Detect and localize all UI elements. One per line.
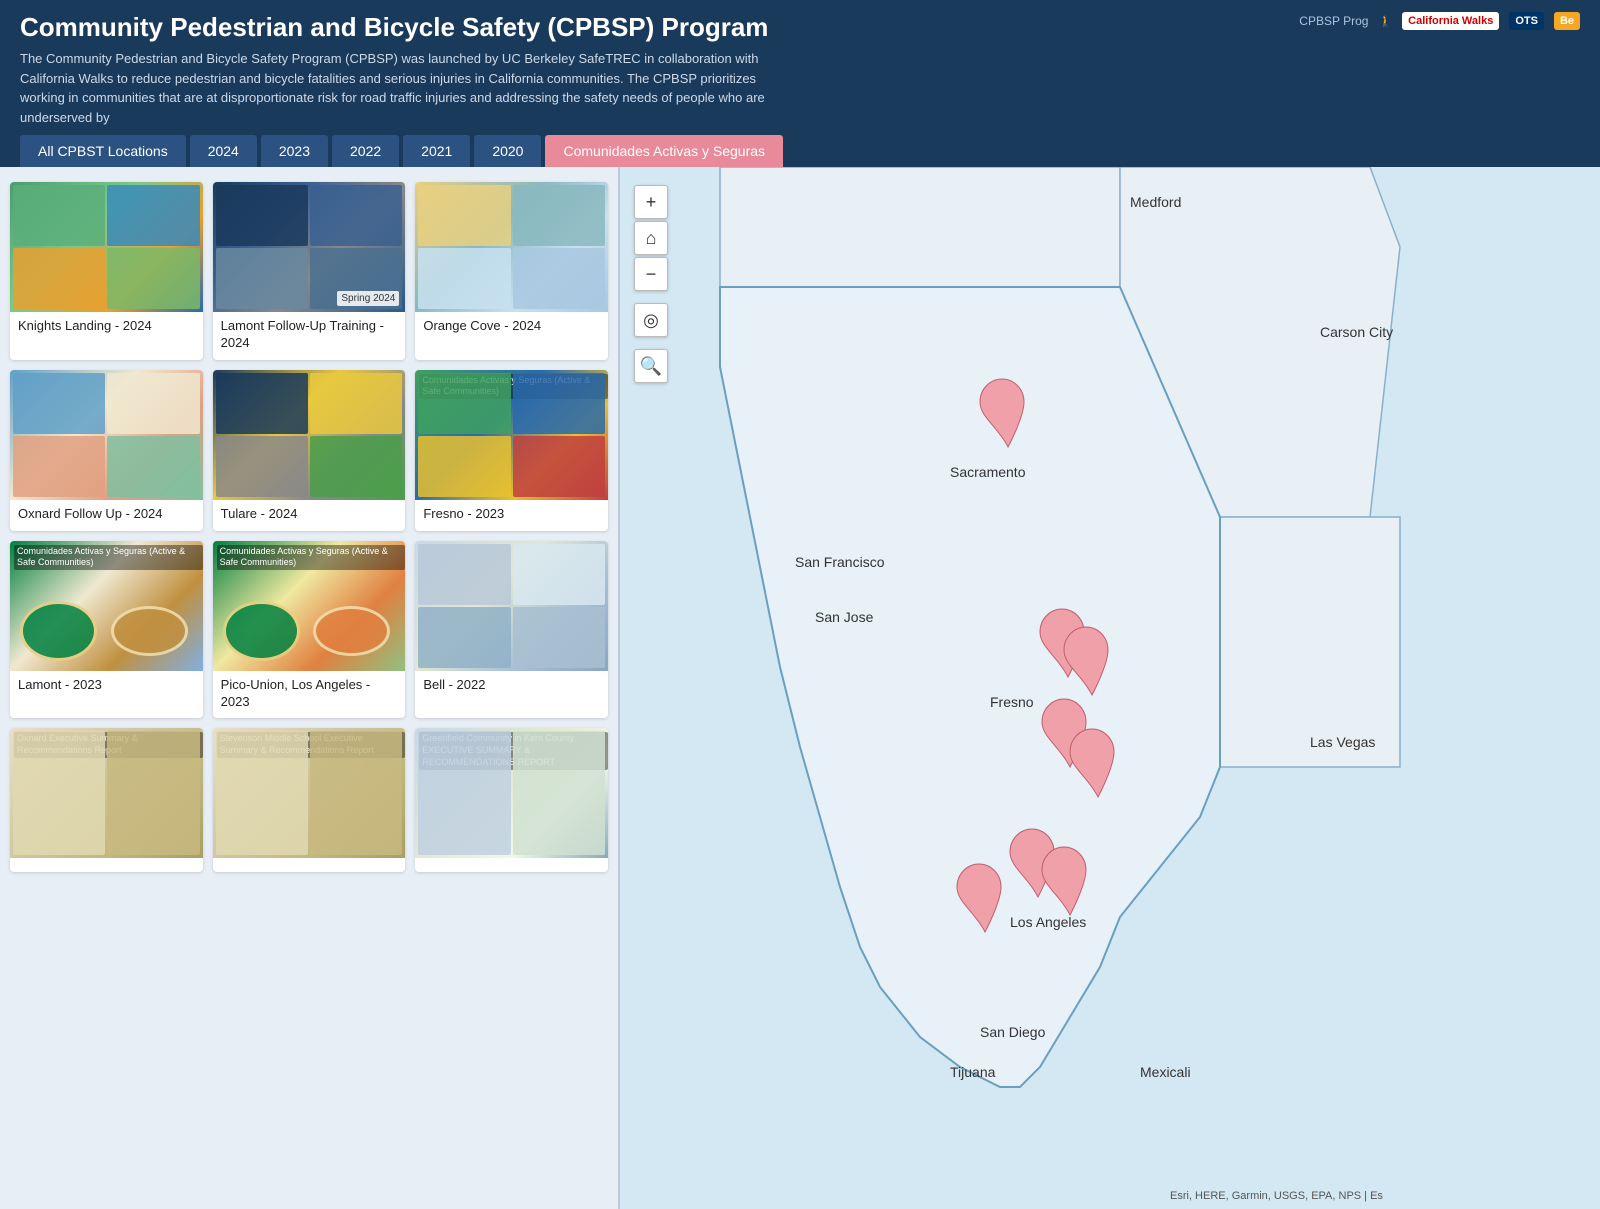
gallery-caption-knights-landing: Knights Landing - 2024	[10, 312, 203, 343]
gallery-caption-orange-cove: Orange Cove - 2024	[415, 312, 608, 343]
gallery-item-row4c[interactable]: Greenfield Community in Kern County EXEC…	[415, 728, 608, 872]
gallery-caption-row4b	[213, 858, 406, 872]
gallery-caption-fresno: Fresno - 2023	[415, 500, 608, 531]
location-button[interactable]: ◎	[634, 303, 668, 337]
california-walks-logo: California Walks	[1402, 12, 1499, 30]
gallery-thumb-pico-union: Comunidades Activas y Seguras (Active & …	[213, 541, 406, 671]
gallery-item-tulare[interactable]: Tulare - 2024	[213, 370, 406, 531]
gallery-caption-pico-union: Pico-Union, Los Angeles - 2023	[213, 671, 406, 719]
header-logos: CPBSP Prog 🚶 California Walks OTS Be	[1299, 12, 1580, 30]
gallery-grid: Knights Landing - 2024 Spring 2024 Lamon…	[10, 182, 608, 872]
gallery-thumb-tulare	[213, 370, 406, 500]
gallery-thumb-lamont-2023: Comunidades Activas y Seguras (Active & …	[10, 541, 203, 671]
carson-city-label: Carson City	[1320, 324, 1393, 340]
tabs-bar: All CPBST Locations 2024 2023 2022 2021 …	[0, 135, 1600, 167]
header: Community Pedestrian and Bicycle Safety …	[0, 0, 1600, 135]
gallery-thumb-bell	[415, 541, 608, 671]
lamont23-overlay-text: Comunidades Activas y Seguras (Active & …	[14, 545, 203, 570]
gallery-thumb-row4c: Greenfield Community in Kern County EXEC…	[415, 728, 608, 858]
gallery-caption-lamont-followup: Lamont Follow-Up Training - 2024	[213, 312, 406, 360]
zoom-in-button[interactable]: +	[634, 185, 668, 219]
tab-2024[interactable]: 2024	[190, 135, 257, 167]
gallery-item-row4a[interactable]: Oxnard Executive Summary & Recommendatio…	[10, 728, 203, 872]
gallery-caption-row4a	[10, 858, 203, 872]
california-walks-icon: 🚶	[1378, 15, 1392, 28]
pico-overlay-text: Comunidades Activas y Seguras (Active & …	[217, 545, 406, 570]
san-jose-label: San Jose	[815, 609, 874, 625]
spring-badge: Spring 2024	[337, 291, 399, 306]
search-button[interactable]: 🔍	[634, 349, 668, 383]
gallery-caption-bell: Bell - 2022	[415, 671, 608, 702]
map-svg: Medford Carson City Sacramento San Franc…	[620, 167, 1600, 1209]
mexicali-label: Mexicali	[1140, 1064, 1191, 1080]
ots-logo: OTS	[1509, 12, 1544, 30]
las-vegas-label: Las Vegas	[1310, 734, 1375, 750]
tab-2022[interactable]: 2022	[332, 135, 399, 167]
svg-text:Esri, HERE, Garmin, USGS, EPA,: Esri, HERE, Garmin, USGS, EPA, NPS | Es	[1170, 1190, 1383, 1202]
gallery-thumb-knights-landing	[10, 182, 203, 312]
san-diego-label: San Diego	[980, 1024, 1046, 1040]
medford-label: Medford	[1130, 194, 1181, 210]
header-description: The Community Pedestrian and Bicycle Saf…	[20, 49, 800, 127]
gallery-item-lamont-followup[interactable]: Spring 2024 Lamont Follow-Up Training - …	[213, 182, 406, 360]
gallery-item-oxnard[interactable]: Oxnard Follow Up - 2024	[10, 370, 203, 531]
map-controls: + ⌂ − ◎ 🔍	[634, 185, 668, 383]
gallery-thumb-oxnard	[10, 370, 203, 500]
gallery-thumb-row4b: Stevenson Middle School Executive Summar…	[213, 728, 406, 858]
gallery-thumb-lamont-followup: Spring 2024	[213, 182, 406, 312]
gallery-panel[interactable]: Knights Landing - 2024 Spring 2024 Lamon…	[0, 167, 620, 1209]
tab-2021[interactable]: 2021	[403, 135, 470, 167]
gallery-item-bell[interactable]: Bell - 2022	[415, 541, 608, 719]
gallery-item-pico-union[interactable]: Comunidades Activas y Seguras (Active & …	[213, 541, 406, 719]
gallery-thumb-fresno: Comunidades Activas y Seguras (Active & …	[415, 370, 608, 500]
tab-comunidades[interactable]: Comunidades Activas y Seguras	[545, 135, 783, 167]
los-angeles-label: Los Angeles	[1010, 914, 1086, 930]
be-logo: Be	[1554, 12, 1580, 30]
home-button[interactable]: ⌂	[634, 221, 668, 255]
map-panel[interactable]: + ⌂ − ◎ 🔍 Medford Carson City	[620, 167, 1600, 1209]
gallery-item-fresno[interactable]: Comunidades Activas y Seguras (Active & …	[415, 370, 608, 531]
gallery-caption-tulare: Tulare - 2024	[213, 500, 406, 531]
page-title: Community Pedestrian and Bicycle Safety …	[20, 12, 800, 43]
gallery-caption-row4c	[415, 858, 608, 872]
zoom-out-button[interactable]: −	[634, 257, 668, 291]
san-francisco-label: San Francisco	[795, 554, 885, 570]
tijuana-label: Tijuana	[950, 1064, 996, 1080]
sacramento-label: Sacramento	[950, 464, 1026, 480]
gallery-item-lamont-2023[interactable]: Comunidades Activas y Seguras (Active & …	[10, 541, 203, 719]
gallery-item-row4b[interactable]: Stevenson Middle School Executive Summar…	[213, 728, 406, 872]
program-label: CPBSP Prog	[1299, 14, 1368, 28]
gallery-item-knights-landing[interactable]: Knights Landing - 2024	[10, 182, 203, 360]
gallery-thumb-orange-cove	[415, 182, 608, 312]
gallery-item-orange-cove[interactable]: Orange Cove - 2024	[415, 182, 608, 360]
gallery-caption-oxnard: Oxnard Follow Up - 2024	[10, 500, 203, 531]
tab-2020[interactable]: 2020	[474, 135, 541, 167]
tab-2023[interactable]: 2023	[261, 135, 328, 167]
main-content: Knights Landing - 2024 Spring 2024 Lamon…	[0, 167, 1600, 1209]
fresno-label: Fresno	[990, 694, 1034, 710]
gallery-thumb-row4a: Oxnard Executive Summary & Recommendatio…	[10, 728, 203, 858]
tab-all-locations[interactable]: All CPBST Locations	[20, 135, 186, 167]
gallery-caption-lamont-2023: Lamont - 2023	[10, 671, 203, 702]
